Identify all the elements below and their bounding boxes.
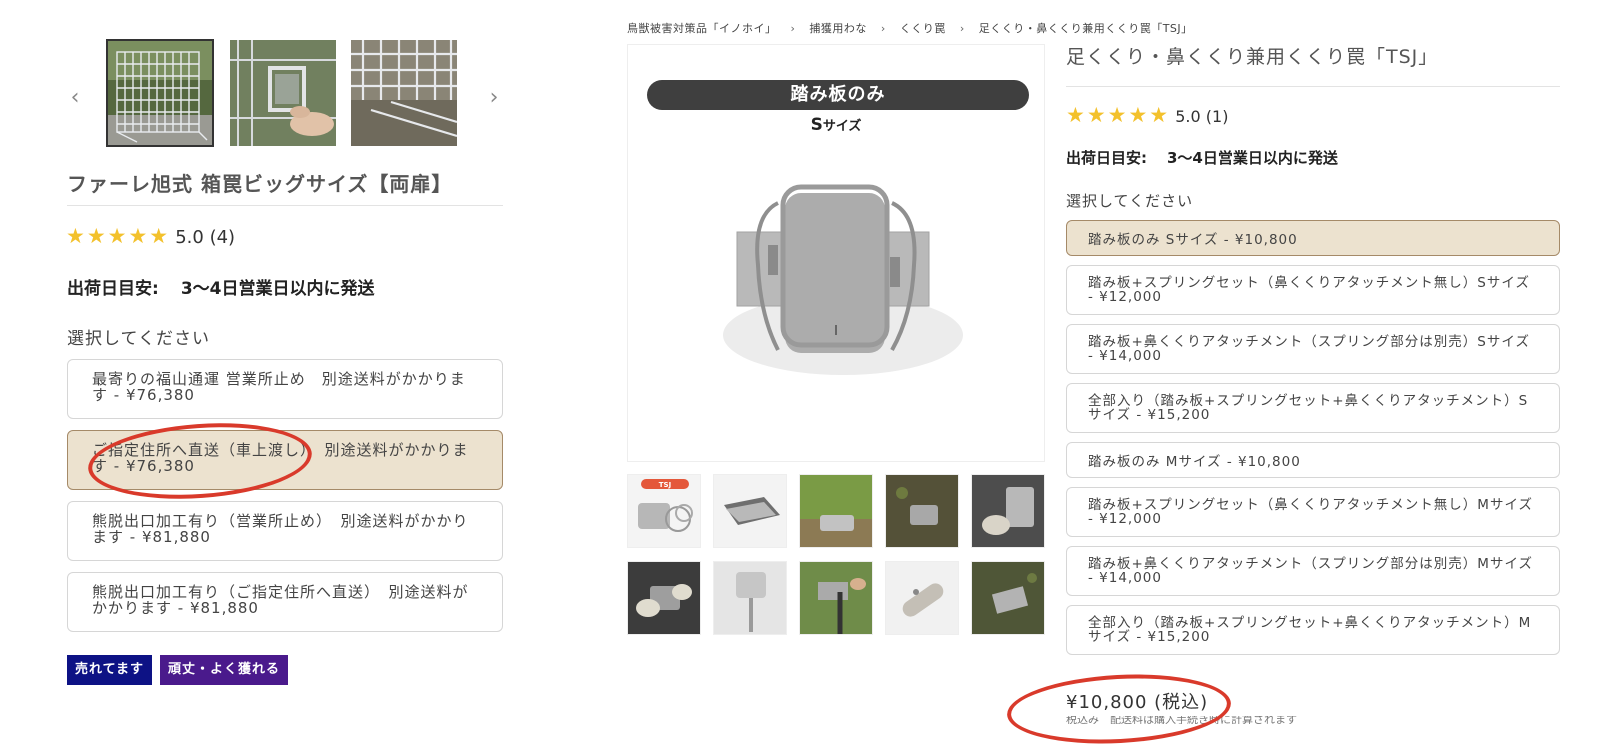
product-title: 足くくり・鼻くくり兼用くくり罠「TSJ」 (1066, 46, 1439, 68)
product-title: ファーレ旭式 箱罠ビッグサイズ【両扉】 (67, 172, 453, 196)
variant-option[interactable]: 熊脱出口加工有り（営業所止め） 別途送料がかかります - ¥81,880 (67, 501, 503, 561)
gallery-thumbnail[interactable] (799, 561, 873, 635)
variant-option-label: 熊脱出口加工有り（ご指定住所へ直送） 別途送料がかかります - ¥81,880 (92, 583, 469, 617)
annotation-ellipse-right (1005, 669, 1233, 749)
shipping-label: 出荷日目安: (1066, 149, 1147, 167)
plate-angle-image (724, 497, 780, 525)
variant-option[interactable]: 全部入り（踏み板+スプリングセット+鼻くくりアタッチメント）Sサイズ - ¥15… (1066, 383, 1560, 433)
gallery-thumbnail[interactable] (885, 561, 959, 635)
variant-option-label: 全部入り（踏み板+スプリングセット+鼻くくりアタッチメント）Mサイズ - ¥15… (1088, 615, 1532, 646)
trap-in-field-image (972, 562, 1044, 634)
gallery-thumbnail[interactable]: TSJ (627, 474, 701, 548)
rating: ★★★★★ 5.0 (4) (66, 224, 235, 248)
gallery-thumbnail[interactable] (627, 561, 701, 635)
rating: ★★★★★ 5.0 (1) (1066, 103, 1228, 127)
hand-holding-plate-image (972, 475, 1044, 547)
product-thumbnail-3[interactable] (351, 40, 457, 146)
star-rating-icon: ★★★★★ (66, 224, 171, 248)
image-banner: 踏み板のみ (647, 80, 1029, 110)
gallery-thumbnail[interactable] (713, 561, 787, 635)
shipping-value: 3〜4日営業日以内に発送 (180, 279, 375, 299)
mesh-closeup-image (351, 40, 457, 146)
product-thumbnail-1[interactable] (106, 39, 214, 147)
variant-option[interactable]: 踏み板+スプリングセット（鼻くくりアタッチメント無し）Mサイズ - ¥12,00… (1066, 487, 1560, 537)
variant-option[interactable]: 踏み板+スプリングセット（鼻くくりアタッチメント無し）Sサイズ - ¥12,00… (1066, 265, 1560, 315)
breadcrumb-separator: › (790, 22, 796, 35)
carousel-next-button[interactable]: › (484, 85, 504, 110)
rating-text: 5.0 (4) (175, 227, 236, 248)
thumb-tag-text: TSJ (659, 481, 671, 489)
variant-option[interactable]: 踏み板+鼻くくりアタッチメント（スプリング部分は別売）Sサイズ - ¥14,00… (1066, 324, 1560, 374)
variant-option[interactable]: 熊脱出口加工有り（ご指定住所へ直送） 別途送料がかかります - ¥81,880 (67, 572, 503, 632)
variant-option-label: 全部入り（踏み板+スプリングセット+鼻くくりアタッチメント）Sサイズ - ¥15… (1088, 393, 1529, 424)
breadcrumb-current: 足くくり・鼻くくり兼用くくり罠「TSJ」 (978, 22, 1193, 35)
main-product-image[interactable]: 踏み板のみ Sサイズ (627, 44, 1045, 462)
rating-text: 5.0 (1) (1175, 107, 1229, 126)
variant-option-label: 踏み板のみ Mサイズ - ¥10,800 (1088, 454, 1301, 470)
breadcrumb-item[interactable]: 捕獲用わな (809, 22, 867, 35)
badge-bestseller: 売れてます (67, 655, 152, 685)
chevron-right-icon: › (489, 85, 499, 110)
image-size-letter: S (810, 115, 823, 135)
gallery-thumbnail[interactable] (799, 474, 873, 548)
breadcrumb: 鳥獣被害対策品「イノホイ」 › 捕獲用わな › くくり罠 › 足くくり・鼻くくり兼用くくり罠… (627, 20, 1193, 36)
snare-detail-image (714, 562, 786, 634)
pipe-part-image (886, 562, 958, 634)
variant-option-label: 踏み板のみ Sサイズ - ¥10,800 (1088, 232, 1298, 248)
variant-select-label: 選択してください (67, 329, 210, 349)
variant-option-label: 踏み板+スプリングセット（鼻くくりアタッチメント無し）Mサイズ - ¥12,00… (1088, 497, 1534, 528)
gallery-thumbnail[interactable] (713, 474, 787, 548)
variant-option[interactable]: 踏み板のみ Mサイズ - ¥10,800 (1066, 442, 1560, 478)
image-size-word: サイズ (822, 119, 862, 134)
gloved-hands-image (628, 562, 700, 634)
gallery-thumbnail[interactable] (971, 474, 1045, 548)
breadcrumb-separator: › (880, 22, 886, 35)
variant-option-label: 熊脱出口加工有り（営業所止め） 別途送料がかかります - ¥81,880 (92, 512, 469, 546)
shipping-value: 3〜4日営業日以内に発送 (1167, 149, 1338, 167)
breadcrumb-item[interactable]: くくり罠 (900, 22, 946, 35)
variant-option-selected[interactable]: 踏み板のみ Sサイズ - ¥10,800 (1066, 220, 1560, 256)
gallery-thumbnail[interactable] (971, 561, 1045, 635)
breadcrumb-item[interactable]: 鳥獣被害対策品「イノホイ」 (627, 22, 777, 35)
divider (1066, 86, 1560, 87)
variant-option[interactable]: 全部入り（踏み板+スプリングセット+鼻くくりアタッチメント）Mサイズ - ¥15… (1066, 605, 1560, 655)
cage-trap-image (107, 40, 213, 146)
shipping-estimate: 出荷日目安: 3〜4日営業日以内に発送 (1066, 147, 1338, 168)
product-thumbnail-2[interactable] (230, 40, 336, 146)
tsj-set-image: TSJ (638, 479, 693, 532)
variant-option-label: 踏み板+鼻くくりアタッチメント（スプリング部分は別売）Mサイズ - ¥14,00… (1088, 556, 1534, 587)
variant-option-label: 最寄りの福山通運 営業所止め 別途送料がかかります - ¥76,380 (92, 370, 466, 404)
badge-sturdy: 頑丈・よく獲れる (160, 655, 289, 685)
variant-option-label: 踏み板+スプリングセット（鼻くくりアタッチメント無し）Sサイズ - ¥12,00… (1088, 275, 1530, 306)
divider (67, 205, 503, 206)
breadcrumb-separator: › (959, 22, 965, 35)
variant-option[interactable]: 最寄りの福山通運 営業所止め 別途送料がかかります - ¥76,380 (67, 359, 503, 419)
variant-option[interactable]: 踏み板+鼻くくりアタッチメント（スプリング部分は別売）Mサイズ - ¥14,00… (1066, 546, 1560, 596)
shipping-label: 出荷日目安: (67, 279, 159, 299)
gallery-thumbnail[interactable] (885, 474, 959, 548)
plate-in-soil-image (886, 475, 958, 547)
plate-on-ground-image (800, 475, 872, 547)
star-rating-icon: ★★★★★ (1066, 103, 1171, 127)
setting-trap-image (800, 562, 872, 634)
chevron-left-icon: ‹ (70, 85, 80, 110)
door-mechanism-image (230, 40, 336, 146)
variant-option-label: 踏み板+鼻くくりアタッチメント（スプリング部分は別売）Sサイズ - ¥14,00… (1088, 334, 1530, 365)
shipping-estimate: 出荷日目安: 3〜4日営業日以内に発送 (67, 274, 374, 299)
variant-select-label: 選択してください (1066, 192, 1194, 210)
carousel-prev-button[interactable]: ‹ (65, 85, 85, 110)
image-size-tag: Sサイズ (628, 115, 1044, 135)
